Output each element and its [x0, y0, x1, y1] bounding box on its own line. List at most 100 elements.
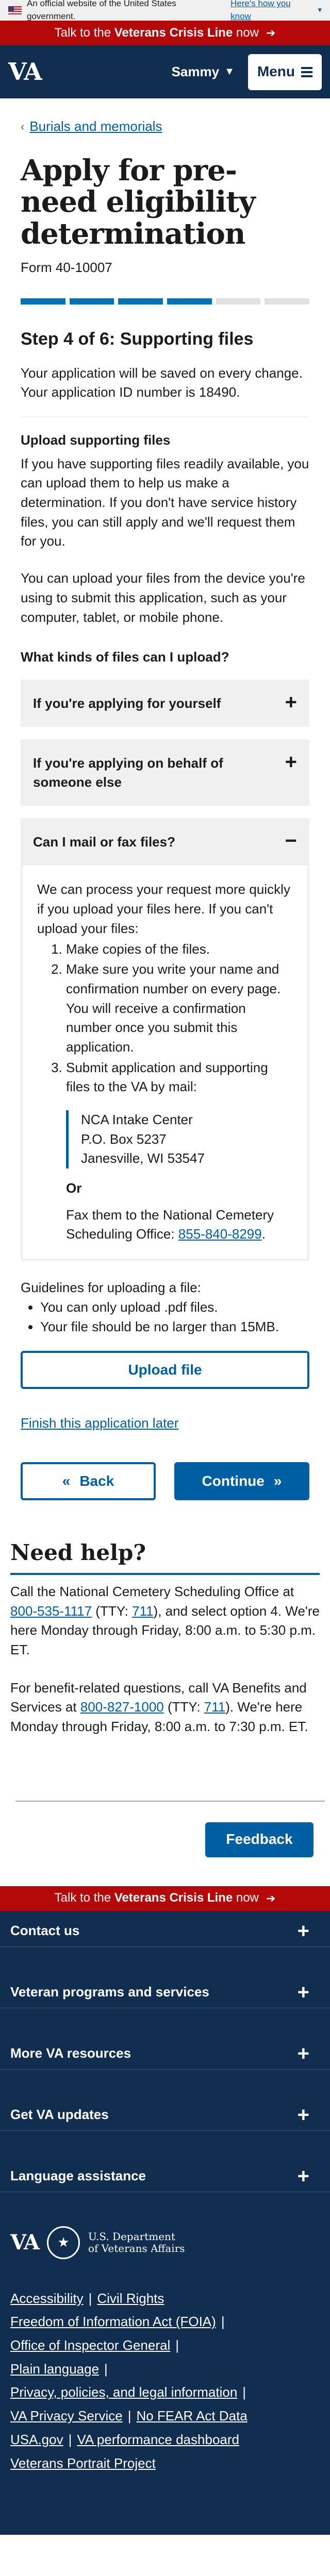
phone-link[interactable]: 800-535-1117: [10, 1603, 92, 1619]
usa-gov-link[interactable]: USA.gov: [10, 2432, 63, 2447]
tty-link[interactable]: 711: [132, 1603, 153, 1619]
user-menu-button[interactable]: Sammy ▼: [172, 62, 235, 82]
finish-later-link[interactable]: Finish this application later: [21, 1414, 178, 1433]
crisis-line-name: Veterans Crisis Line: [114, 25, 233, 40]
mailing-address: NCA Intake Center P.O. Box 5237 Janesvil…: [66, 1110, 295, 1169]
mail-step: Make sure you write your name and confir…: [66, 960, 295, 1057]
menu-button[interactable]: Menu: [248, 54, 322, 90]
footer-section-programs[interactable]: Veteran programs and services +: [0, 1977, 330, 2008]
upload-heading: Upload supporting files: [21, 432, 171, 448]
address-line: Janesville, WI 53547: [81, 1150, 205, 1166]
civil-rights-link[interactable]: Civil Rights: [97, 2291, 164, 2306]
progress-segment: [69, 298, 114, 305]
guideline-item: You can only upload .pdf files.: [40, 1298, 309, 1317]
form-navigation: « Back Continue »: [21, 1462, 309, 1501]
department-line: of Veterans Affairs: [88, 2242, 185, 2255]
continue-label: Continue: [202, 1472, 265, 1489]
accordion-title: If you're applying for yourself: [33, 695, 221, 711]
double-chevron-left-icon: «: [62, 1472, 71, 1489]
step-progress-bar: [21, 298, 310, 305]
footer-crisis-line-button[interactable]: Talk to the Veterans Crisis Line now ➔: [0, 1886, 330, 1911]
department-name: U.S. Department of Veterans Affairs: [88, 2230, 185, 2255]
accessibility-link[interactable]: Accessibility: [10, 2291, 84, 2306]
accordion-button-on-behalf[interactable]: If you're applying on behalf of someone …: [21, 739, 309, 806]
mail-step: Make copies of the files.: [66, 940, 295, 959]
footer-section-resources[interactable]: More VA resources +: [0, 2039, 330, 2070]
official-site-text: An official website of the United States…: [27, 0, 176, 21]
phone-link[interactable]: 800-827-1000: [80, 1699, 164, 1715]
back-label: Back: [79, 1472, 114, 1489]
kinds-of-files-heading: What kinds of files can I upload?: [21, 649, 229, 665]
no-fear-act-link[interactable]: No FEAR Act Data: [136, 2408, 247, 2424]
accordion-title: If you're applying on behalf of someone …: [33, 755, 223, 790]
upload-paragraph-1: If you have supporting files readily ava…: [21, 455, 309, 549]
crisis-line-button[interactable]: Talk to the Veterans Crisis Line now ➔: [0, 21, 330, 45]
department-line: U.S. Department: [88, 2230, 175, 2243]
page-title: Apply for pre-need eligibility determina…: [21, 153, 256, 251]
accordion-mail-or-fax: Can I mail or fax files? − We can proces…: [21, 818, 309, 1261]
progress-segment: [265, 298, 310, 305]
va-logo[interactable]: VA: [8, 55, 42, 89]
footer-section-label: Get VA updates: [10, 2107, 109, 2123]
arrow-right-icon: ➔: [266, 26, 276, 40]
accordion-button-mail-or-fax[interactable]: Can I mail or fax files? −: [21, 818, 309, 866]
plus-icon: +: [297, 1981, 309, 2004]
continue-button[interactable]: Continue »: [174, 1462, 309, 1501]
footer-section-language[interactable]: Language assistance +: [0, 2161, 330, 2192]
double-chevron-right-icon: »: [273, 1472, 282, 1489]
guideline-item: Your file should be no larger than 15MB.: [40, 1317, 309, 1337]
crisis-line-prefix: Talk to the: [54, 1891, 111, 1905]
foia-link[interactable]: Freedom of Information Act (FOIA): [10, 2314, 216, 2329]
us-flag-icon: [8, 6, 22, 14]
progress-segment: [118, 298, 163, 305]
plus-icon: +: [285, 751, 297, 774]
footer-section-label: Language assistance: [10, 2168, 146, 2184]
plus-icon: +: [297, 2104, 309, 2127]
help-paragraph-2: For benefit-related questions, call VA B…: [10, 1679, 320, 1737]
footer-section-label: Contact us: [10, 1923, 80, 1939]
footer-section-updates[interactable]: Get VA updates +: [0, 2100, 330, 2131]
mail-intro: We can process your request more quickly…: [37, 882, 290, 936]
upload-guidelines: Guidelines for uploading a file: You can…: [21, 1278, 309, 1336]
save-message: Your application will be saved on every …: [21, 364, 309, 418]
progress-segment: [216, 298, 261, 305]
chevron-down-icon[interactable]: ▾: [318, 5, 322, 16]
oig-link[interactable]: Office of Inspector General: [10, 2337, 170, 2353]
plain-language-link[interactable]: Plain language: [10, 2361, 99, 2377]
plus-icon: +: [297, 2042, 309, 2065]
portrait-project-link[interactable]: Veterans Portrait Project: [10, 2455, 156, 2471]
mail-step-text: Submit application and supporting files …: [66, 1059, 268, 1095]
accordion-title: Can I mail or fax files?: [33, 834, 175, 850]
help-text: (TTY:: [168, 1699, 201, 1715]
privacy-service-link[interactable]: VA Privacy Service: [10, 2408, 123, 2424]
crisis-line-suffix: now: [236, 25, 259, 40]
fax-number-link[interactable]: 855-840-8299: [178, 1226, 262, 1242]
feedback-button[interactable]: Feedback: [205, 1822, 314, 1857]
breadcrumb-burials-link[interactable]: Burials and memorials: [29, 117, 162, 137]
mail-step: Submit application and supporting files …: [66, 1058, 295, 1245]
footer-section-label: Veteran programs and services: [10, 1984, 209, 2000]
privacy-policies-link[interactable]: Privacy, policies, and legal information: [10, 2384, 237, 2400]
progress-segment: [21, 298, 65, 305]
progress-segment: [167, 298, 212, 305]
step-title: Step 4 of 6: Supporting files: [21, 329, 254, 349]
performance-dashboard-link[interactable]: VA performance dashboard: [77, 2432, 239, 2447]
upload-paragraph-2: You can upload your files from the devic…: [21, 570, 305, 625]
tty-link[interactable]: 711: [204, 1699, 225, 1715]
breadcrumb: ‹ Burials and memorials: [21, 117, 309, 137]
accordion-button-yourself[interactable]: If you're applying for yourself +: [21, 679, 309, 727]
plus-icon: +: [297, 1920, 309, 1943]
accordion-content: We can process your request more quickly…: [21, 866, 309, 1261]
main-content: ‹ Burials and memorials Apply for pre-ne…: [0, 117, 330, 1501]
back-button[interactable]: « Back: [21, 1462, 156, 1501]
heres-how-you-know-link[interactable]: Here's how you know: [230, 0, 312, 23]
footer-section-contact-us[interactable]: Contact us +: [0, 1916, 330, 1947]
form-number: Form 40-10007: [21, 260, 112, 276]
address-line: P.O. Box 5237: [81, 1131, 167, 1147]
va-logo[interactable]: VA: [10, 2228, 40, 2258]
footer-links: Accessibility | Civil Rights Freedom of In…: [10, 2290, 248, 2471]
mail-steps-list: Make copies of the files. Make sure you …: [37, 940, 295, 1245]
upload-file-button[interactable]: Upload file: [21, 1351, 309, 1389]
address-line: NCA Intake Center: [81, 1112, 193, 1128]
crisis-line-name: Veterans Crisis Line: [114, 1891, 233, 1905]
